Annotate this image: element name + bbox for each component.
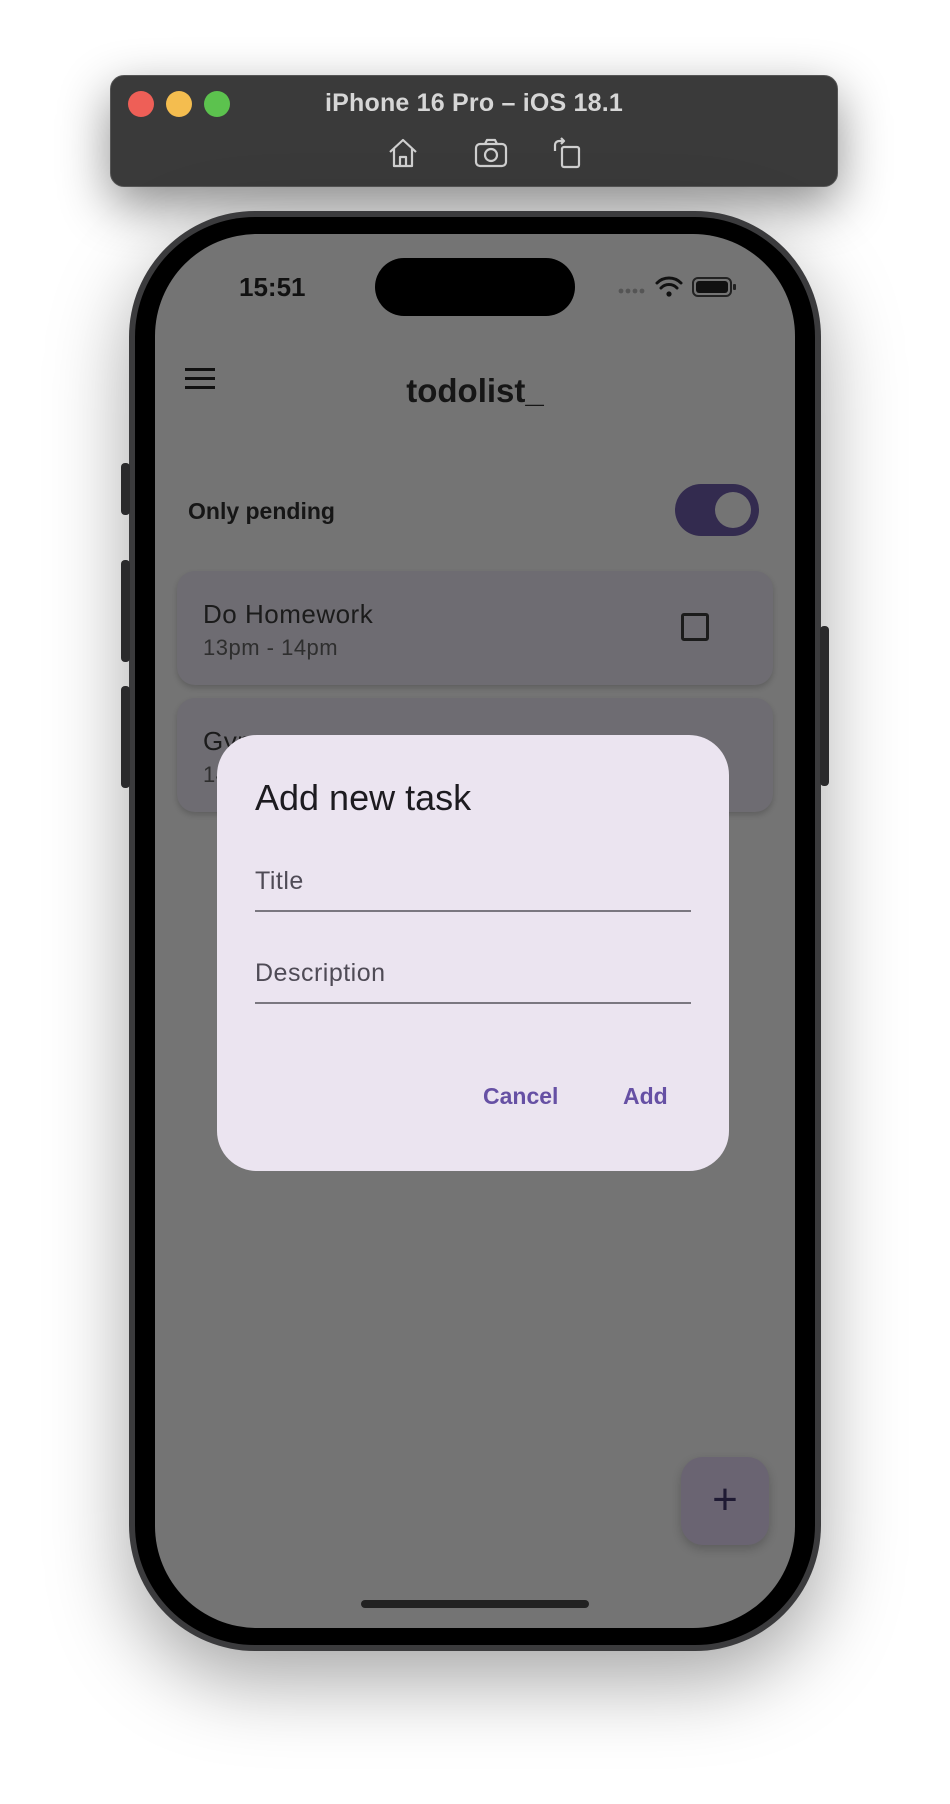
dialog-title: Add new task bbox=[255, 777, 472, 818]
status-icons bbox=[617, 274, 739, 300]
title-field[interactable] bbox=[255, 836, 691, 912]
battery-icon bbox=[692, 277, 736, 297]
description-field[interactable] bbox=[255, 928, 691, 1004]
description-input[interactable] bbox=[255, 959, 691, 988]
rotate-icon[interactable] bbox=[549, 135, 585, 171]
only-pending-label: Only pending bbox=[188, 498, 335, 524]
screenshot-icon[interactable] bbox=[473, 135, 509, 171]
task-time: 13pm - 14pm bbox=[203, 635, 339, 660]
power-button bbox=[820, 626, 829, 786]
status-time: 15:51 bbox=[239, 272, 306, 302]
task-title: Do Homework bbox=[203, 599, 374, 629]
add-button[interactable]: Add bbox=[623, 1083, 668, 1110]
only-pending-toggle[interactable] bbox=[675, 484, 759, 536]
add-task-fab[interactable]: + bbox=[681, 1457, 769, 1545]
phone-screen: 15:51 todolist_ Only pending Do Homework… bbox=[155, 234, 795, 1628]
title-input[interactable] bbox=[255, 867, 691, 896]
simulator-title: iPhone 16 Pro – iOS 18.1 bbox=[325, 89, 623, 117]
wifi-icon bbox=[655, 276, 683, 297]
app-title: todolist_ bbox=[406, 372, 544, 409]
volume-up-button bbox=[121, 560, 130, 662]
dynamic-island bbox=[375, 258, 575, 316]
action-button bbox=[121, 463, 130, 515]
home-icon[interactable] bbox=[385, 135, 421, 171]
volume-down-button bbox=[121, 686, 130, 788]
add-task-dialog: Add new task Cancel Add bbox=[217, 735, 729, 1171]
cellular-icon bbox=[618, 288, 645, 294]
task-checkbox[interactable] bbox=[681, 613, 709, 641]
home-indicator[interactable] bbox=[361, 1600, 589, 1608]
toggle-knob bbox=[715, 492, 751, 528]
simulator-toolbar: iPhone 16 Pro – iOS 18.1 bbox=[110, 75, 838, 187]
cancel-button[interactable]: Cancel bbox=[483, 1083, 558, 1110]
task-card[interactable]: Do Homework 13pm - 14pm bbox=[177, 571, 773, 685]
